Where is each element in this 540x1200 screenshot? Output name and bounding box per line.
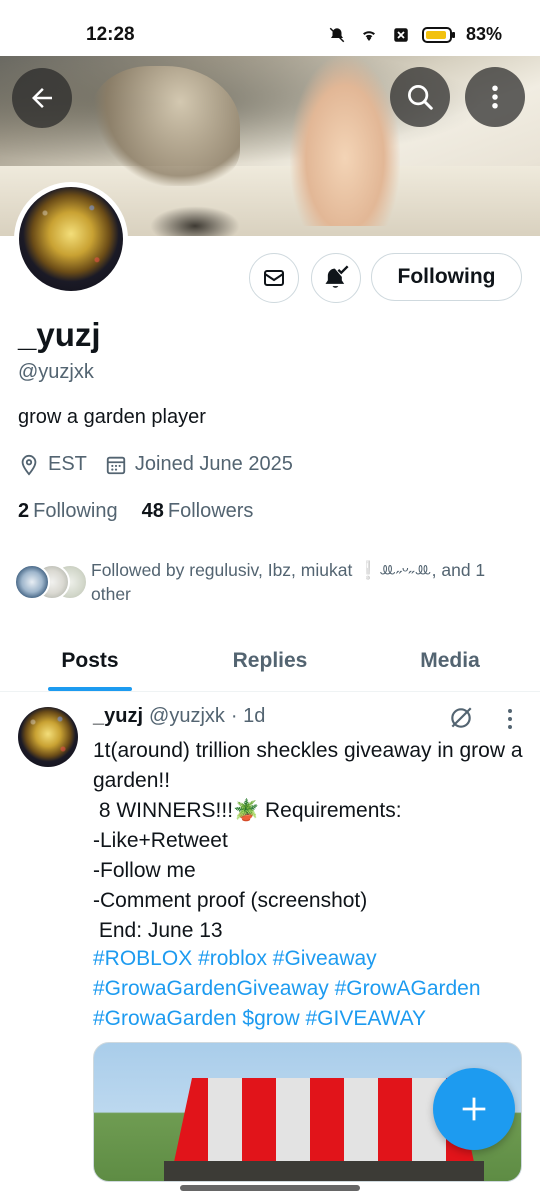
following-count-link[interactable]: 2 Following — [18, 500, 118, 523]
tab-replies[interactable]: Replies — [180, 630, 360, 691]
status-time: 12:28 — [86, 24, 135, 45]
post-hashtags: #ROBLOX #roblox #Giveaway #GrowaGardenGi… — [93, 944, 533, 1034]
home-indicator[interactable] — [180, 1185, 360, 1191]
follower-avatar — [14, 564, 50, 600]
hashtag-link[interactable]: #roblox — [198, 947, 267, 970]
notifications-button[interactable] — [311, 253, 361, 303]
cashtag-link[interactable]: $grow — [242, 1007, 299, 1030]
joined-item: Joined June 2025 — [105, 453, 293, 476]
status-bar: 12:28 83% — [0, 0, 540, 56]
followers-label: Followers — [167, 500, 254, 522]
hashtag-link[interactable]: #GrowaGardenGiveaway — [93, 977, 329, 1000]
more-options-button[interactable] — [465, 67, 525, 127]
location-item: EST — [18, 453, 87, 476]
grok-icon[interactable] — [448, 705, 474, 731]
post-author-handle: @yuzjxk — [149, 705, 225, 727]
user-handle: @yuzjxk — [18, 361, 94, 383]
followed-by[interactable]: Followed by regulusiv, Ibz, miukat ❕ꔛ˶ᵕ˶… — [14, 558, 524, 606]
status-icons: 83% — [326, 24, 502, 45]
arrow-left-icon — [32, 88, 52, 108]
search-icon — [408, 85, 433, 110]
profile-tabs: Posts Replies Media — [0, 630, 540, 692]
message-button[interactable] — [249, 253, 299, 303]
post-author-name: _yuzj — [93, 705, 144, 727]
location-text: EST — [48, 453, 87, 475]
profile-avatar[interactable] — [14, 182, 128, 296]
data-saver-icon — [394, 27, 408, 42]
follow-counts: 2 Following 48 Followers — [18, 500, 253, 523]
dnd-mute-icon — [329, 27, 345, 42]
post-header: _yuzj @yuzjxk · 1d — [93, 705, 265, 728]
joined-text: Joined June 2025 — [134, 453, 293, 475]
following-count: 2 — [18, 500, 30, 522]
hashtag-link[interactable]: #GrowaGarden — [93, 1007, 237, 1030]
profile-meta: EST Joined June 2025 — [18, 453, 311, 476]
display-name: _yuzj — [18, 316, 101, 353]
hashtag-link[interactable]: #GrowAGarden — [335, 977, 481, 1000]
following-button[interactable]: Following — [371, 253, 522, 301]
plus-icon — [462, 1097, 486, 1121]
followers-count-link[interactable]: 48 Followers — [142, 500, 254, 523]
more-vertical-icon — [492, 85, 498, 109]
following-label: Following — [33, 500, 118, 522]
post-text: 1t(around) trillion sheckles giveaway in… — [93, 739, 523, 942]
bell-check-icon — [325, 265, 349, 288]
followers-count: 48 — [141, 500, 164, 522]
calendar-icon — [106, 456, 126, 474]
location-pin-icon — [21, 454, 37, 476]
hashtag-link[interactable]: #Giveaway — [273, 947, 377, 970]
compose-post-button[interactable] — [433, 1068, 515, 1150]
followed-by-text: Followed by regulusiv, Ibz, miukat ❕ꔛ˶ᵕ˶… — [91, 560, 486, 604]
back-button[interactable] — [12, 68, 72, 128]
wifi-icon — [362, 30, 375, 41]
tab-posts[interactable]: Posts — [0, 630, 180, 691]
more-vertical-icon — [508, 709, 512, 729]
hashtag-link[interactable]: #ROBLOX — [93, 947, 192, 970]
battery-percent: 83% — [465, 24, 502, 44]
envelope-icon — [264, 270, 284, 286]
followed-by-avatars — [14, 558, 88, 600]
search-button[interactable] — [390, 67, 450, 127]
tab-media[interactable]: Media — [360, 630, 540, 691]
post-more-button[interactable] — [500, 707, 520, 731]
hashtag-link[interactable]: #GIVEAWAY — [305, 1007, 426, 1030]
post-avatar[interactable] — [18, 707, 78, 767]
battery-icon — [421, 26, 455, 43]
profile-bio: grow a garden player — [18, 406, 206, 428]
post-time: · 1d — [230, 705, 266, 727]
